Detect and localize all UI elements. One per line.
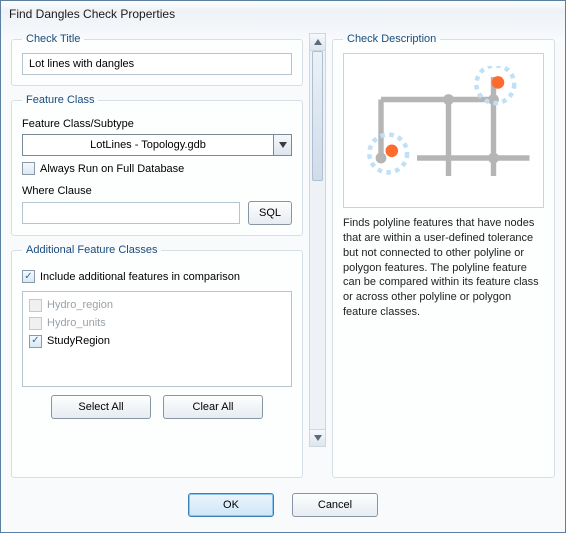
- always-run-checkbox[interactable]: [22, 162, 35, 175]
- list-button-row: Select All Clear All: [22, 395, 292, 419]
- additional-legend: Additional Feature Classes: [22, 244, 161, 256]
- additional-features-list[interactable]: Hydro_region Hydro_units ✓ StudyRegion: [22, 291, 292, 387]
- feature-class-legend: Feature Class: [22, 94, 98, 106]
- dangles-illustration-icon: [354, 66, 534, 196]
- left-panel-scrollbar[interactable]: [309, 33, 326, 447]
- list-item-checkbox: [29, 299, 42, 312]
- scroll-track[interactable]: [310, 51, 325, 429]
- scroll-up-button[interactable]: [310, 34, 325, 51]
- where-clause-input[interactable]: [22, 202, 240, 224]
- list-item-checkbox: [29, 317, 42, 330]
- where-clause-row: SQL: [22, 201, 292, 225]
- list-item-label: Hydro_units: [47, 317, 106, 329]
- scroll-thumb[interactable]: [312, 51, 323, 181]
- check-title-legend: Check Title: [22, 33, 84, 45]
- list-item: Hydro_region: [29, 296, 285, 314]
- feature-class-group: Feature Class Feature Class/Subtype LotL…: [11, 94, 303, 236]
- check-description-legend: Check Description: [343, 33, 440, 45]
- caret-up-icon: [314, 39, 322, 45]
- check-description-group: Check Description: [332, 33, 555, 478]
- feature-class-dropdown[interactable]: LotLines - Topology.gdb: [22, 134, 292, 156]
- window-title: Find Dangles Check Properties: [9, 7, 175, 21]
- check-title-input[interactable]: [22, 53, 292, 75]
- list-item[interactable]: ✓ StudyRegion: [29, 332, 285, 350]
- feature-class-dropdown-button[interactable]: [273, 135, 291, 155]
- scroll-down-button[interactable]: [310, 429, 325, 446]
- additional-feature-classes-group: Additional Feature Classes ✓ Include add…: [11, 244, 303, 478]
- chevron-down-icon: [279, 142, 287, 148]
- caret-down-icon: [314, 435, 322, 441]
- where-clause-label: Where Clause: [22, 185, 292, 197]
- check-title-group: Check Title: [11, 33, 303, 86]
- content-area: Check Title Feature Class Feature Class/…: [1, 27, 565, 478]
- include-additional-row: ✓ Include additional features in compari…: [22, 270, 292, 283]
- dialog-button-bar: OK Cancel: [1, 478, 565, 532]
- include-additional-checkbox[interactable]: ✓: [22, 270, 35, 283]
- include-additional-label: Include additional features in compariso…: [40, 271, 240, 283]
- ok-button[interactable]: OK: [188, 493, 274, 517]
- always-run-row: Always Run on Full Database: [22, 162, 292, 175]
- select-all-button[interactable]: Select All: [51, 395, 151, 419]
- list-item: Hydro_units: [29, 314, 285, 332]
- list-item-checkbox[interactable]: ✓: [29, 335, 42, 348]
- right-panel: Check Description: [332, 33, 555, 478]
- check-description-text: Finds polyline features that have nodes …: [343, 216, 544, 320]
- left-panel: Check Title Feature Class Feature Class/…: [11, 33, 303, 478]
- sql-button[interactable]: SQL: [248, 201, 292, 225]
- list-item-label: Hydro_region: [47, 299, 113, 311]
- clear-all-button[interactable]: Clear All: [163, 395, 263, 419]
- feature-class-value: LotLines - Topology.gdb: [23, 135, 273, 155]
- always-run-label: Always Run on Full Database: [40, 163, 184, 175]
- feature-class-sublabel: Feature Class/Subtype: [22, 118, 292, 130]
- dialog-window: Find Dangles Check Properties Check Titl…: [0, 0, 566, 533]
- description-illustration: [343, 53, 544, 208]
- list-item-label: StudyRegion: [47, 335, 110, 347]
- cancel-button[interactable]: Cancel: [292, 493, 378, 517]
- titlebar: Find Dangles Check Properties: [1, 1, 565, 27]
